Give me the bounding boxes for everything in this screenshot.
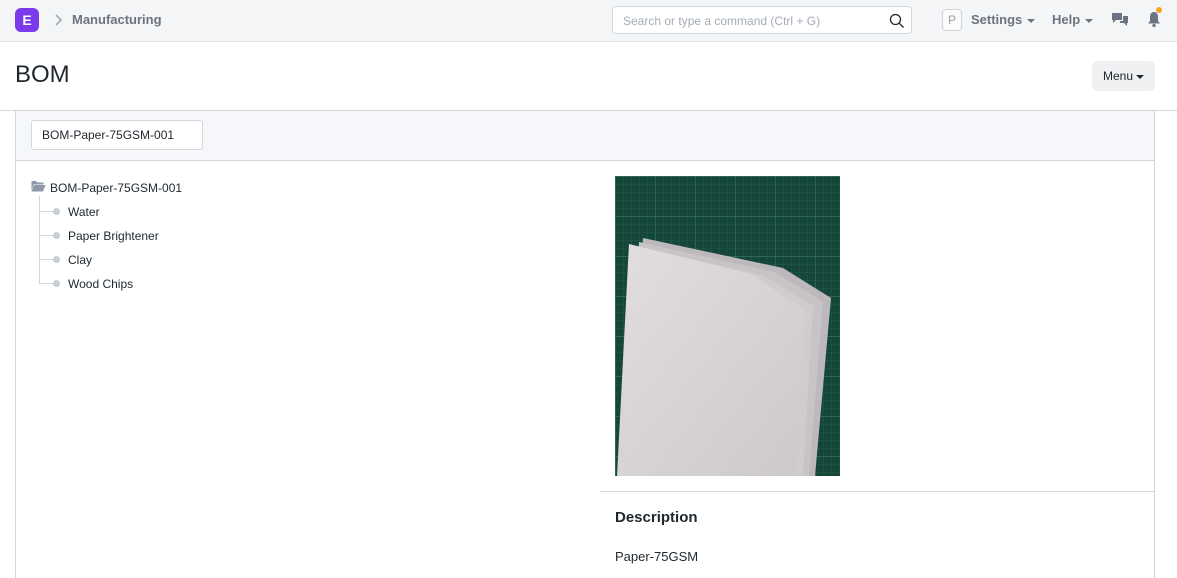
navbar: E Manufacturing Search or type a command… [0,0,1177,42]
tree-root-label[interactable]: BOM-Paper-75GSM-001 [50,181,182,195]
tree-connector [39,211,53,212]
search-icon[interactable] [889,13,905,29]
tree-node-dot [53,232,60,239]
settings-dropdown[interactable]: Settings [971,12,1036,27]
tree-node-dot [53,280,60,287]
tree-connector [39,196,40,284]
app-logo[interactable]: E [15,8,39,32]
tree-node-clay[interactable]: Clay [68,253,92,267]
description-heading: Description [615,509,698,526]
menu-button[interactable]: Menu [1092,61,1155,91]
chevron-right-icon [55,14,63,26]
avatar[interactable]: P [942,9,962,31]
bom-filter-field[interactable]: BOM-Paper-75GSM-001 [31,120,203,150]
folder-open-icon[interactable] [31,180,46,192]
search-placeholder: Search or type a command (Ctrl + G) [623,14,821,28]
tree-node-wood-chips[interactable]: Wood Chips [68,277,133,291]
page-title: BOM [15,61,70,88]
description-value: Paper-75GSM [615,549,699,564]
tree-node-dot [53,256,60,263]
chat-icon[interactable] [1111,11,1129,27]
help-label: Help [1052,12,1081,27]
breadcrumb-manufacturing[interactable]: Manufacturing [72,12,162,27]
section-divider [600,491,1154,492]
caret-down-icon [1085,18,1094,23]
notification-dot [1156,7,1162,13]
tree-connector [39,259,53,260]
tree-node-paper-brightener[interactable]: Paper Brightener [68,229,159,243]
menu-label: Menu [1102,69,1134,83]
caret-down-icon [1136,74,1145,79]
caret-down-icon [1027,18,1036,23]
search-input[interactable]: Search or type a command (Ctrl + G) [612,6,912,34]
tree-connector [39,283,53,284]
tree-connector [39,235,53,236]
tree-node-dot [53,208,60,215]
help-dropdown[interactable]: Help [1052,12,1094,27]
tree-node-water[interactable]: Water [68,205,100,219]
item-image [615,176,840,476]
settings-label: Settings [971,12,1023,27]
bom-tree-panel [15,110,1155,578]
